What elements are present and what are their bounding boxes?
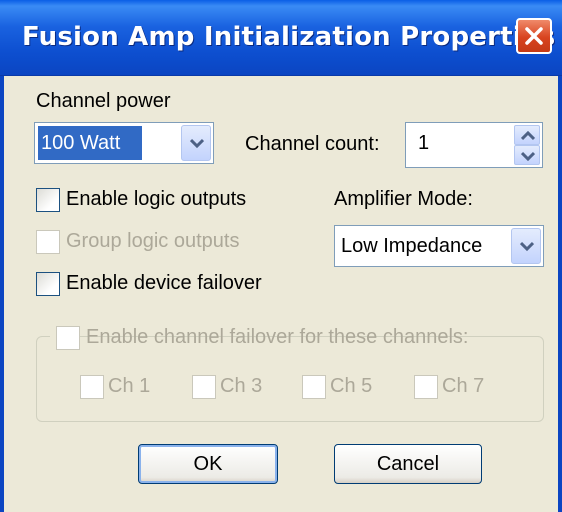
- channel-count-value[interactable]: 1: [418, 132, 429, 155]
- ch1-label: Ch 1: [108, 375, 151, 397]
- chevron-down-icon: [190, 138, 204, 149]
- window-frame-right: [558, 76, 562, 512]
- ch5-checkbox: [302, 375, 326, 399]
- channel-count-label: Channel count:: [245, 133, 380, 155]
- ch3-label: Ch 3: [220, 375, 263, 397]
- amplifier-mode-label: Amplifier Mode:: [334, 188, 473, 210]
- group-logic-outputs-checkbox: [36, 230, 60, 254]
- group-logic-outputs-label: Group logic outputs: [66, 230, 240, 252]
- window-title: Fusion Amp Initialization Properties: [22, 22, 556, 52]
- channel-count-up-button[interactable]: [514, 125, 540, 145]
- enable-device-failover-label[interactable]: Enable device failover: [66, 272, 262, 295]
- enable-logic-outputs-checkbox[interactable]: [36, 188, 60, 212]
- amplifier-mode-select[interactable]: Low Impedance: [334, 225, 544, 267]
- ch7-checkbox: [414, 375, 438, 399]
- enable-device-failover-checkbox[interactable]: [36, 272, 60, 296]
- channel-failover-checkbox: [56, 326, 80, 350]
- window-frame-left: [0, 76, 4, 512]
- ch5-label: Ch 5: [330, 375, 373, 397]
- cancel-button[interactable]: Cancel: [334, 444, 482, 484]
- title-bar[interactable]: Fusion Amp Initialization Properties: [0, 0, 562, 76]
- amplifier-mode-value: Low Impedance: [341, 235, 483, 257]
- ch3-checkbox: [192, 375, 216, 399]
- channel-count-down-button[interactable]: [514, 145, 540, 165]
- channel-power-value: 100 Watt: [38, 126, 143, 160]
- close-icon: [525, 27, 543, 45]
- channel-power-label: Channel power: [36, 90, 171, 112]
- enable-logic-outputs-label[interactable]: Enable logic outputs: [66, 188, 246, 211]
- channel-failover-label: Enable channel failover for these channe…: [86, 326, 469, 348]
- ch7-label: Ch 7: [442, 375, 485, 397]
- chevron-down-icon: [520, 241, 534, 252]
- channel-failover-header: Enable channel failover for these channe…: [50, 324, 468, 352]
- close-button[interactable]: [516, 18, 552, 54]
- ok-button[interactable]: OK: [138, 444, 278, 484]
- channel-power-dropdown-button[interactable]: [181, 125, 211, 161]
- amplifier-mode-dropdown-button[interactable]: [511, 228, 541, 264]
- ch1-checkbox: [80, 375, 104, 399]
- channel-count-stepper[interactable]: 1: [405, 122, 543, 168]
- chevron-down-icon: [521, 151, 535, 161]
- chevron-up-icon: [521, 131, 535, 141]
- channel-power-select[interactable]: 100 Watt: [34, 122, 214, 164]
